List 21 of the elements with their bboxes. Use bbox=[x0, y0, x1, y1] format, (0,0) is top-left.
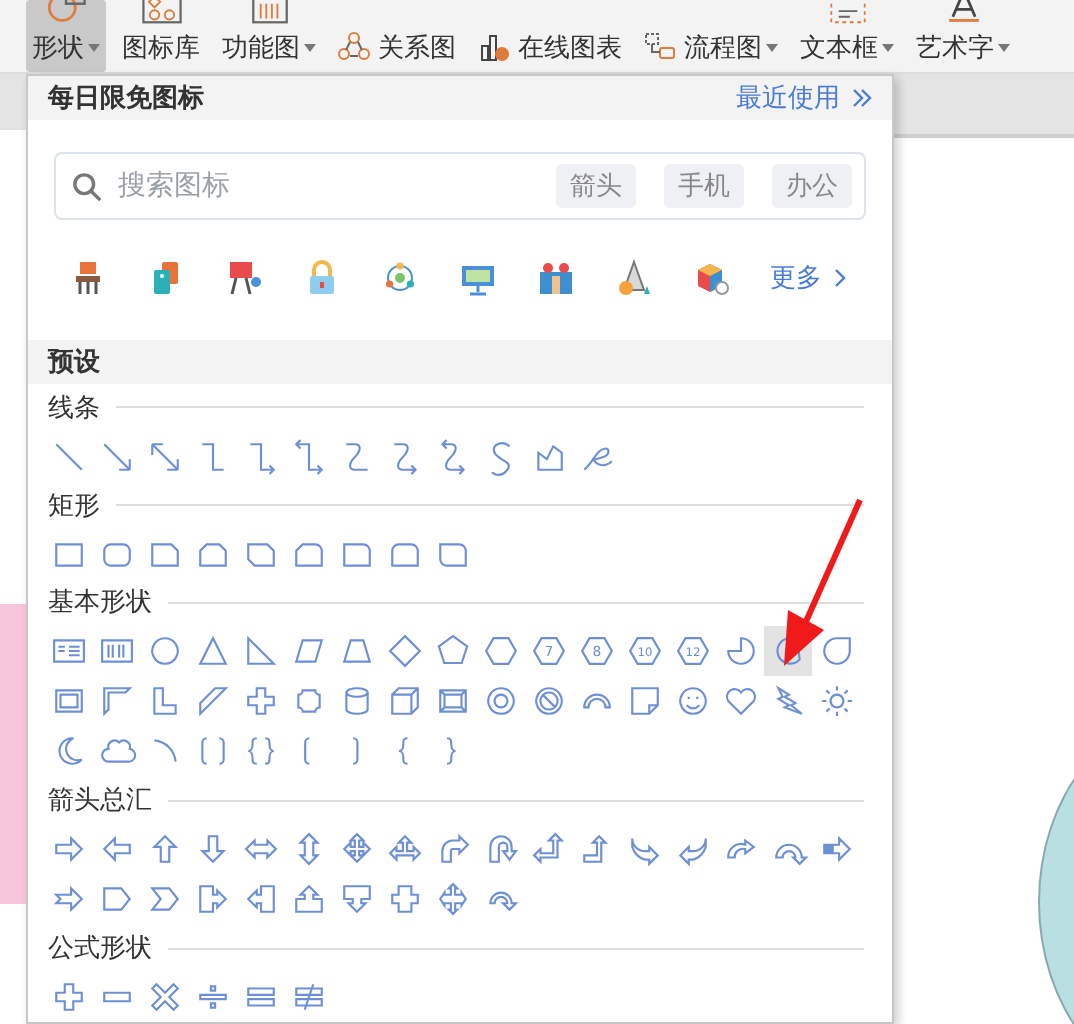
ribbon-button[interactable]: 图标库 bbox=[116, 0, 206, 72]
search-tag[interactable]: 手机 bbox=[664, 164, 744, 208]
more-link[interactable]: 更多 bbox=[770, 260, 846, 296]
recent-link[interactable]: 最近使用 bbox=[736, 80, 872, 116]
category-title: 箭头总汇 bbox=[48, 784, 152, 819]
category-title: 矩形 bbox=[48, 489, 100, 524]
search-tag[interactable]: 箭头 bbox=[556, 164, 636, 208]
category-title: 基本形状 bbox=[48, 586, 152, 621]
ribbon-button[interactable]: 文本框 bbox=[794, 0, 900, 72]
ribbon-button[interactable]: 关系图 bbox=[332, 0, 462, 72]
ribbon-button[interactable]: 在线图表 bbox=[472, 0, 628, 72]
ribbon-button[interactable]: 形状 bbox=[26, 0, 106, 72]
category-title: 线条 bbox=[48, 391, 100, 426]
search-field[interactable]: 搜索图标 箭头 手机 办公 bbox=[54, 152, 866, 220]
ribbon-button[interactable]: 流程图 bbox=[638, 0, 784, 72]
ribbon-button[interactable]: 功能图 bbox=[216, 0, 322, 72]
category-title: 公式形状 bbox=[48, 932, 152, 967]
search-tag[interactable]: 办公 bbox=[772, 164, 852, 208]
section-header: 预设 bbox=[28, 340, 892, 384]
ribbon-button[interactable]: 艺术字 bbox=[910, 0, 1016, 72]
panel-title: 每日限免图标 bbox=[48, 82, 204, 116]
